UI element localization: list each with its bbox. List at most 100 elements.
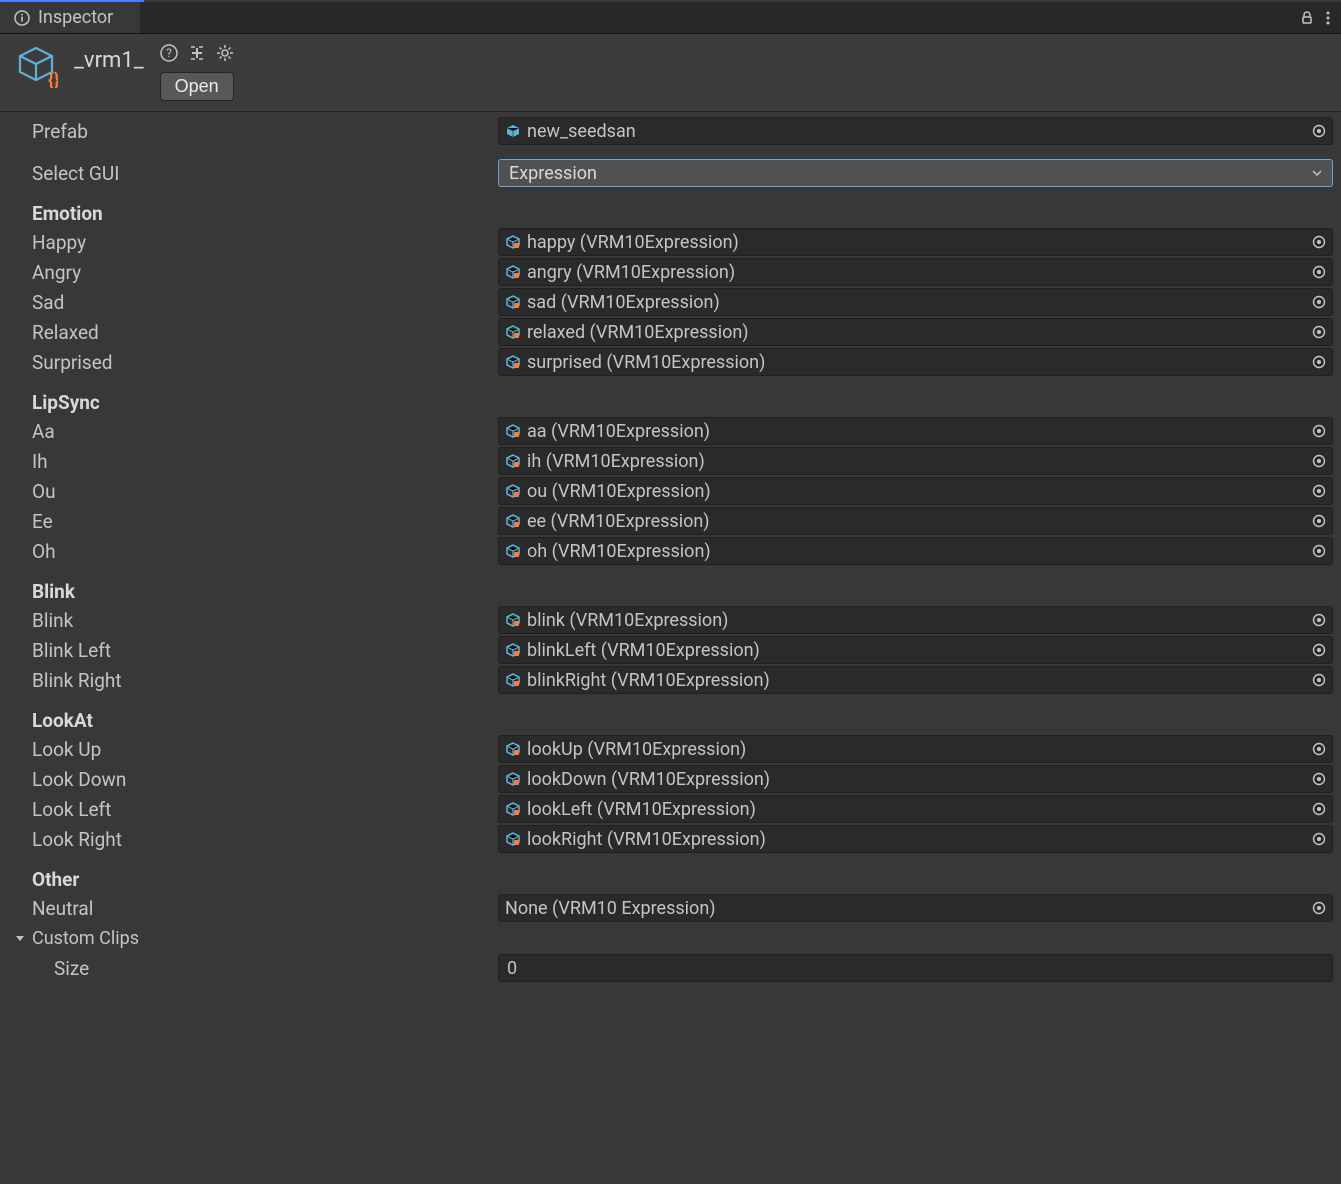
prefab-field[interactable]: new_seedsan bbox=[498, 117, 1333, 145]
emotion-row: Relaxed relaxed (VRM10Expression) bbox=[8, 317, 1333, 347]
emotion-row: Surprisedsurprised (VRM10Expression) bbox=[8, 347, 1333, 377]
object-picker-icon[interactable] bbox=[1310, 233, 1328, 251]
expression-field[interactable]: lookUp (VRM10Expression) bbox=[498, 735, 1333, 763]
expression-field[interactable]: oh (VRM10Expression) bbox=[498, 537, 1333, 565]
expression-value: ih (VRM10Expression) bbox=[527, 451, 1304, 472]
property-label: Blink bbox=[8, 609, 498, 632]
object-picker-icon[interactable] bbox=[1310, 800, 1328, 818]
triangle-down-icon bbox=[14, 932, 26, 944]
object-picker-icon[interactable] bbox=[1310, 671, 1328, 689]
expression-field[interactable]: relaxed (VRM10Expression) bbox=[498, 318, 1333, 346]
size-value: 0 bbox=[507, 958, 517, 979]
tab-bar: Inspector bbox=[0, 2, 1341, 34]
expression-value: lookLeft (VRM10Expression) bbox=[527, 799, 1304, 820]
object-picker-icon[interactable] bbox=[1310, 353, 1328, 371]
expression-field[interactable]: aa (VRM10Expression) bbox=[498, 417, 1333, 445]
neutral-field[interactable]: None (VRM10 Expression) bbox=[498, 894, 1333, 922]
prefab-cube-icon bbox=[505, 123, 521, 139]
object-picker-icon[interactable] bbox=[1310, 263, 1328, 281]
expression-field[interactable]: blink (VRM10Expression) bbox=[498, 606, 1333, 634]
help-icon[interactable]: ? bbox=[160, 44, 178, 62]
open-button[interactable]: Open bbox=[160, 72, 234, 101]
scriptable-object-icon bbox=[505, 771, 521, 787]
scriptable-object-icon bbox=[505, 234, 521, 250]
object-picker-icon[interactable] bbox=[1310, 899, 1328, 917]
object-picker-icon[interactable] bbox=[1310, 293, 1328, 311]
expression-value: sad (VRM10Expression) bbox=[527, 292, 1304, 313]
presets-icon[interactable] bbox=[188, 44, 206, 62]
property-label: Ee bbox=[8, 510, 498, 533]
scriptable-object-icon bbox=[505, 831, 521, 847]
select-gui-dropdown[interactable]: Expression bbox=[498, 159, 1333, 187]
expression-field[interactable]: lookLeft (VRM10Expression) bbox=[498, 795, 1333, 823]
emotion-row: Sadsad (VRM10Expression) bbox=[8, 287, 1333, 317]
object-picker-icon[interactable] bbox=[1310, 323, 1328, 341]
expression-value: lookUp (VRM10Expression) bbox=[527, 739, 1304, 760]
custom-clips-size-row: Size 0 bbox=[8, 953, 1333, 983]
expression-field[interactable]: lookRight (VRM10Expression) bbox=[498, 825, 1333, 853]
expression-field[interactable]: blinkRight (VRM10Expression) bbox=[498, 666, 1333, 694]
scriptable-object-icon bbox=[505, 324, 521, 340]
expression-field[interactable]: blinkLeft (VRM10Expression) bbox=[498, 636, 1333, 664]
object-picker-icon[interactable] bbox=[1310, 611, 1328, 629]
expression-value: blinkLeft (VRM10Expression) bbox=[527, 640, 1304, 661]
expression-field[interactable]: ih (VRM10Expression) bbox=[498, 447, 1333, 475]
object-picker-icon[interactable] bbox=[1310, 512, 1328, 530]
expression-value: blink (VRM10Expression) bbox=[527, 610, 1304, 631]
expression-field[interactable]: angry (VRM10Expression) bbox=[498, 258, 1333, 286]
neutral-value: None (VRM10 Expression) bbox=[505, 898, 1304, 919]
object-picker-icon[interactable] bbox=[1310, 740, 1328, 758]
blink-row: Blink RightblinkRight (VRM10Expression) bbox=[8, 665, 1333, 695]
lipsync-row: Aaaa (VRM10Expression) bbox=[8, 416, 1333, 446]
lock-icon[interactable] bbox=[1299, 10, 1315, 26]
object-picker-icon[interactable] bbox=[1310, 452, 1328, 470]
scriptable-object-icon bbox=[505, 612, 521, 628]
lookat-row: Look DownlookDown (VRM10Expression) bbox=[8, 764, 1333, 794]
expression-value: angry (VRM10Expression) bbox=[527, 262, 1304, 283]
property-label: Aa bbox=[8, 420, 498, 443]
scriptable-object-icon bbox=[505, 801, 521, 817]
scriptable-object-icon bbox=[505, 672, 521, 688]
section-lookat: LookAt bbox=[8, 695, 1333, 734]
lipsync-row: Ihih (VRM10Expression) bbox=[8, 446, 1333, 476]
object-picker-icon[interactable] bbox=[1310, 830, 1328, 848]
scriptable-object-icon bbox=[505, 354, 521, 370]
scriptable-object-icon bbox=[505, 741, 521, 757]
expression-field[interactable]: surprised (VRM10Expression) bbox=[498, 348, 1333, 376]
object-picker-icon[interactable] bbox=[1310, 770, 1328, 788]
scriptable-object-icon bbox=[505, 483, 521, 499]
custom-clips-expander[interactable]: Custom Clips bbox=[8, 923, 1333, 953]
info-icon bbox=[14, 10, 30, 26]
object-picker-icon[interactable] bbox=[1310, 122, 1328, 140]
kebab-icon[interactable] bbox=[1325, 10, 1331, 26]
expression-value: oh (VRM10Expression) bbox=[527, 541, 1304, 562]
object-picker-icon[interactable] bbox=[1310, 641, 1328, 659]
section-emotion: Emotion bbox=[8, 188, 1333, 227]
object-picker-icon[interactable] bbox=[1310, 482, 1328, 500]
asset-name: _vrm1_ bbox=[74, 44, 144, 73]
section-blink: Blink bbox=[8, 566, 1333, 605]
object-picker-icon[interactable] bbox=[1310, 422, 1328, 440]
svg-text:?: ? bbox=[166, 46, 172, 60]
scriptable-object-icon bbox=[505, 453, 521, 469]
expression-value: relaxed (VRM10Expression) bbox=[527, 322, 1304, 343]
lipsync-row: Ohoh (VRM10Expression) bbox=[8, 536, 1333, 566]
expression-field[interactable]: ee (VRM10Expression) bbox=[498, 507, 1333, 535]
scriptable-object-icon bbox=[505, 294, 521, 310]
property-label: Look Right bbox=[8, 828, 498, 851]
lookat-row: Look UplookUp (VRM10Expression) bbox=[8, 734, 1333, 764]
custom-clips-label: Custom Clips bbox=[32, 928, 139, 949]
expression-field[interactable]: ou (VRM10Expression) bbox=[498, 477, 1333, 505]
property-label: Ou bbox=[8, 480, 498, 503]
gear-icon[interactable] bbox=[216, 44, 234, 62]
expression-field[interactable]: sad (VRM10Expression) bbox=[498, 288, 1333, 316]
select-gui-label[interactable]: Select GUI bbox=[8, 162, 498, 185]
size-field[interactable]: 0 bbox=[498, 954, 1333, 982]
expression-field[interactable]: happy (VRM10Expression) bbox=[498, 228, 1333, 256]
object-picker-icon[interactable] bbox=[1310, 542, 1328, 560]
blink-row: Blink blink (VRM10Expression) bbox=[8, 605, 1333, 635]
property-label: Relaxed bbox=[8, 321, 498, 344]
inspector-tab[interactable]: Inspector bbox=[0, 2, 140, 33]
expression-field[interactable]: lookDown (VRM10Expression) bbox=[498, 765, 1333, 793]
property-label: Look Down bbox=[8, 768, 498, 791]
